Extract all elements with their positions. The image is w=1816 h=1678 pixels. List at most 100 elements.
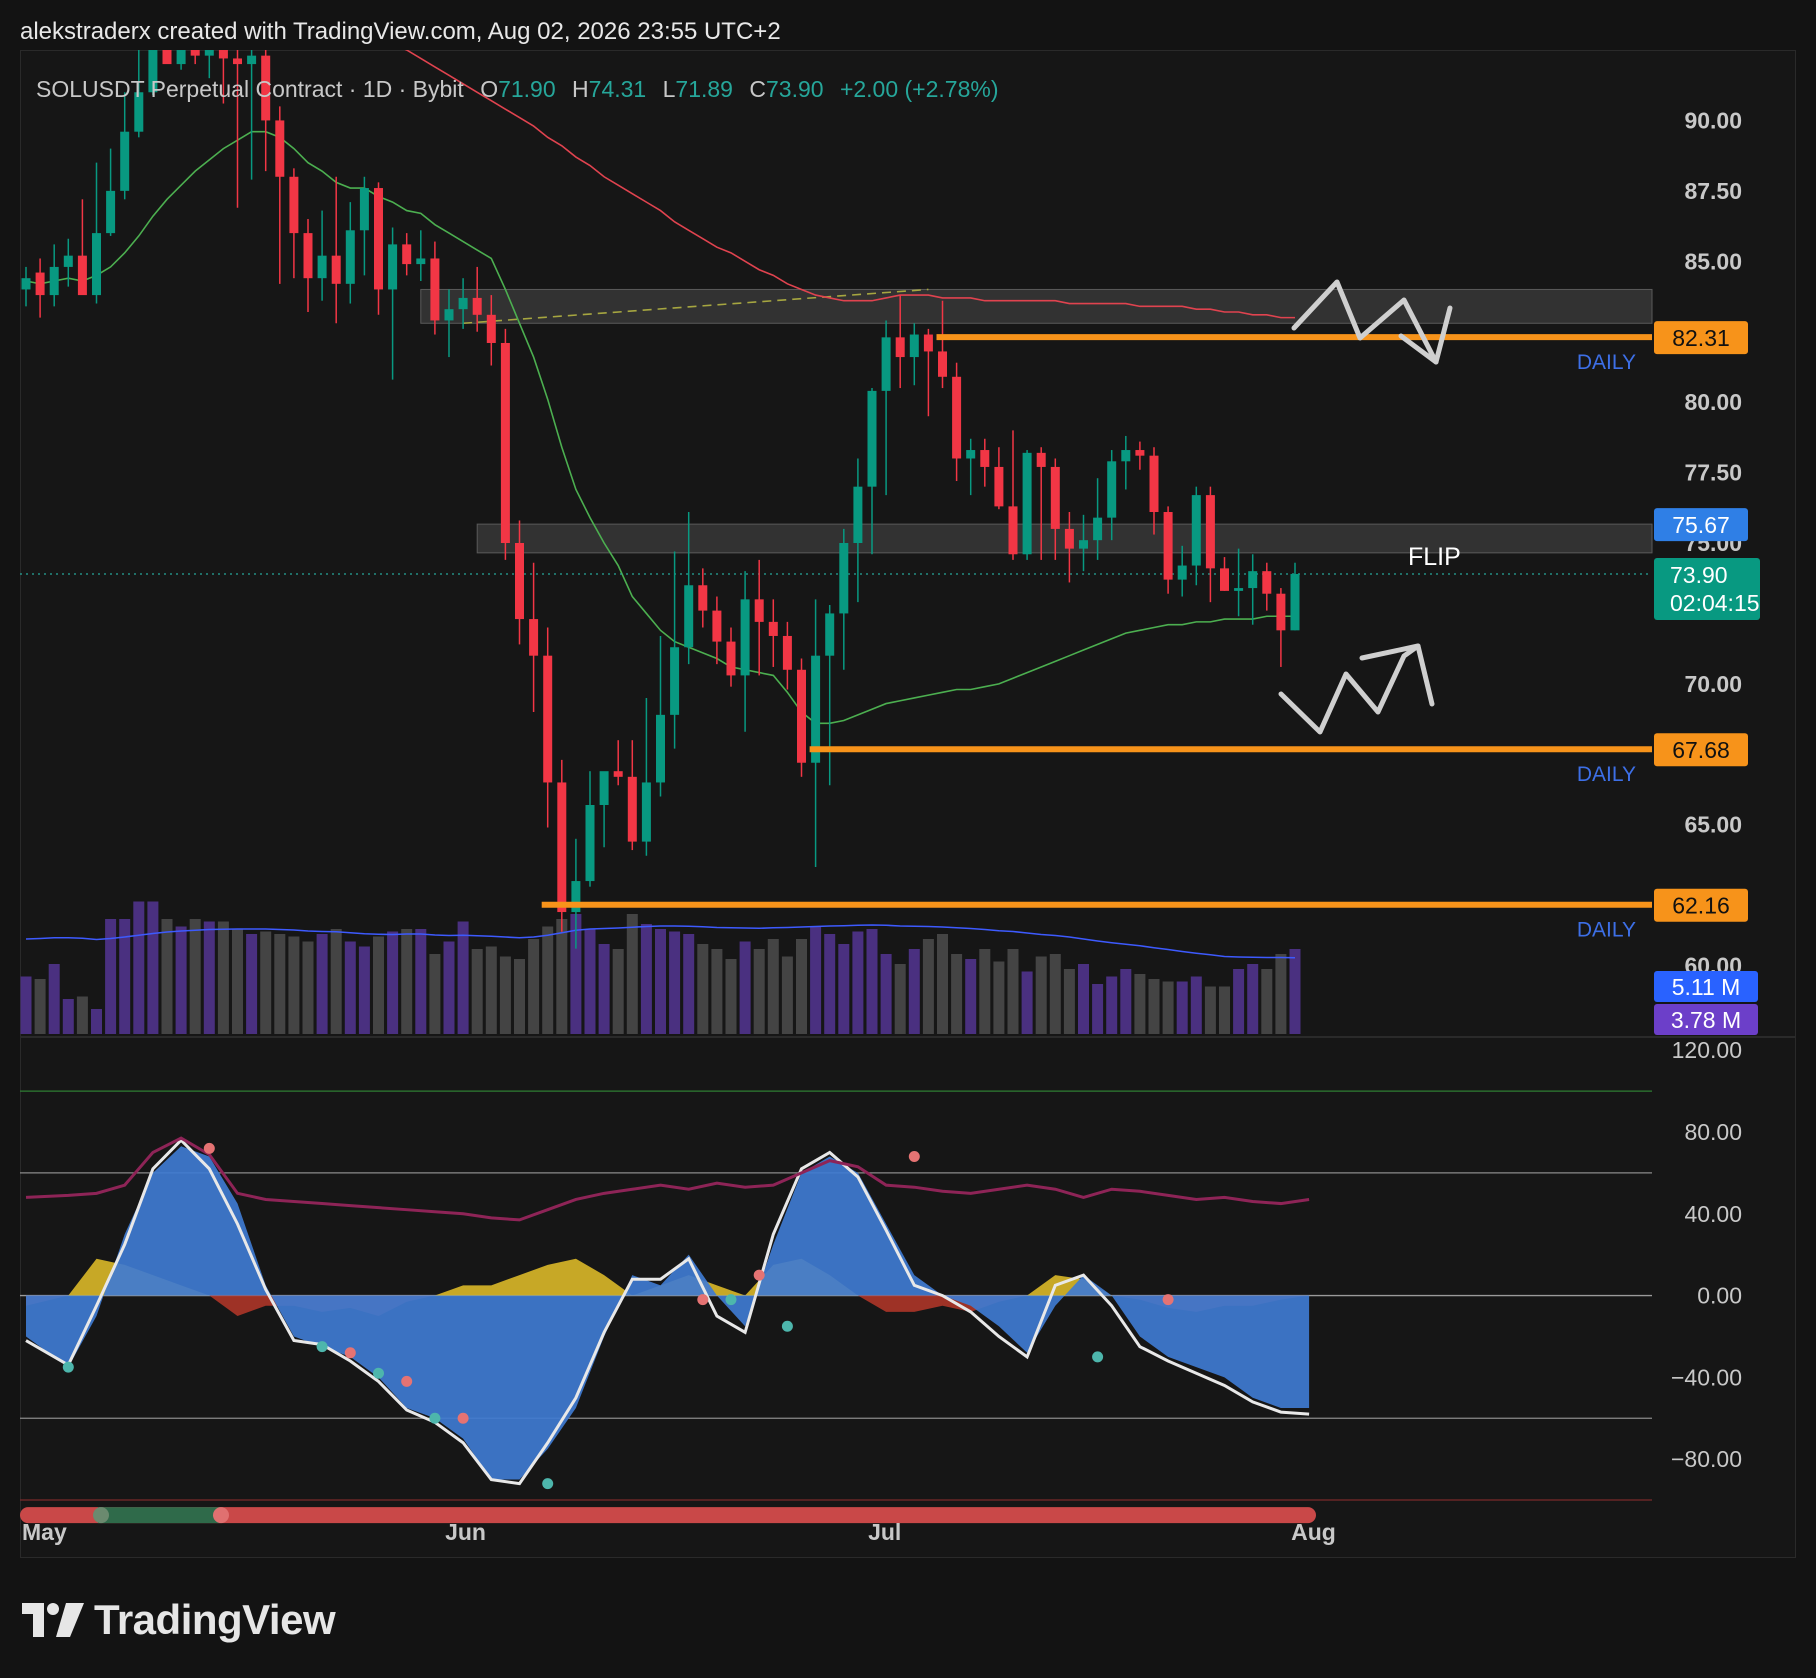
candle-body: [881, 337, 891, 391]
candle-body: [627, 776, 637, 842]
candle-body: [938, 351, 947, 377]
candles: [21, 50, 1300, 949]
volume-bar: [753, 949, 765, 1034]
cross-dot: [542, 1478, 554, 1490]
volume-bar: [1219, 986, 1230, 1034]
candle-body: [486, 314, 496, 343]
volume-bar: [443, 941, 455, 1034]
candle-body: [317, 255, 327, 279]
candle-body: [77, 255, 87, 296]
cross-dot: [725, 1294, 737, 1306]
volume-bar: [274, 934, 286, 1034]
volume-bar: [330, 929, 342, 1034]
volume-bar: [993, 961, 1005, 1034]
volume-bar: [34, 979, 46, 1034]
cross-dot: [1162, 1294, 1174, 1306]
volume-bar: [457, 921, 469, 1034]
volume-bar: [1148, 979, 1160, 1034]
candle-body: [1135, 450, 1145, 456]
volume-bar: [1204, 986, 1216, 1034]
candle-body: [1290, 573, 1300, 631]
volume-bar: [91, 1009, 102, 1034]
cross-dot: [697, 1294, 709, 1306]
level-lines[interactable]: DAILY 82.31 DAILY 67.68 DAILY 62.16: [541, 321, 1748, 942]
candle-body: [402, 244, 412, 265]
volume-bar: [1233, 969, 1245, 1034]
volume-bar: [612, 949, 624, 1034]
cross-dot: [781, 1320, 793, 1332]
candle-body: [1177, 565, 1187, 580]
candle-body: [895, 337, 905, 358]
candle-body: [49, 266, 59, 296]
cross-dot: [203, 1142, 215, 1154]
candle-body: [1248, 571, 1258, 589]
volume-bar: [965, 959, 977, 1034]
volume-bar: [133, 901, 145, 1034]
status-dot: [93, 1507, 109, 1524]
volume-bar: [217, 921, 229, 1034]
candle-body: [458, 297, 468, 310]
volume-bar: [922, 939, 934, 1034]
volume-bar: [1063, 969, 1075, 1034]
volume-bar: [76, 996, 88, 1034]
open-value: 71.90: [498, 76, 556, 102]
candle-body: [543, 655, 553, 783]
price-tick-label: 90.00: [1684, 107, 1742, 133]
volume-bar: [937, 934, 948, 1034]
candle-body: [374, 188, 383, 290]
candle-body: [754, 599, 764, 622]
low-label: L: [662, 76, 676, 102]
candle-body: [1050, 466, 1060, 529]
oscillator-pane[interactable]: [20, 1090, 1652, 1524]
volume-bar: [1247, 964, 1259, 1034]
volume-bar: [62, 999, 74, 1034]
volume-bar: [429, 954, 441, 1034]
volume-bar: [20, 976, 32, 1034]
ema-slow-line: [404, 50, 1295, 319]
volume-bar: [1162, 981, 1174, 1034]
candle-body: [515, 543, 524, 620]
chart-canvas[interactable]: FLIP DAILY82.31DAILY67.68DAILY62.16 60.0…: [0, 0, 1816, 1678]
volume-bars: [20, 901, 1301, 1034]
price-tick-label: 85.00: [1684, 248, 1742, 274]
volume-bar: [739, 941, 751, 1034]
candle-body: [1191, 495, 1201, 566]
volume-bar: [415, 929, 427, 1034]
volume-badge-label: 3.78 M: [1671, 1007, 1741, 1033]
cross-dot: [62, 1361, 74, 1373]
volume-bar: [175, 926, 187, 1034]
candle-body: [162, 50, 172, 65]
candle-body: [698, 585, 708, 611]
candle-body: [1093, 517, 1103, 541]
candle-body: [909, 334, 919, 358]
volume-bar: [1078, 964, 1089, 1034]
zone-price-label: 75.67: [1672, 512, 1730, 538]
volume-bar: [232, 929, 243, 1034]
level-tag-daily: DAILY: [1577, 919, 1636, 942]
tradingview-logo[interactable]: TradingView: [22, 1596, 336, 1644]
volume-bar: [838, 944, 850, 1034]
candle-body: [952, 376, 962, 459]
volume-bar: [471, 949, 483, 1034]
volume-bar: [683, 934, 695, 1034]
candle-body: [176, 50, 186, 65]
zone-rect: [420, 288, 1653, 324]
candle-body: [641, 782, 651, 842]
volume-bar: [358, 946, 370, 1034]
candle-body: [1008, 506, 1018, 555]
candle-body: [1205, 495, 1215, 569]
symbol-title[interactable]: SOLUSDT Perpetual Contract · 1D · Bybit: [36, 76, 464, 102]
volume-bar: [767, 939, 779, 1034]
volume-bar: [161, 919, 173, 1034]
candle-body: [1121, 450, 1131, 462]
candle-body: [726, 641, 736, 676]
level-price-label: 67.68: [1672, 737, 1730, 763]
zone-label-flip: FLIP: [1408, 543, 1461, 571]
price-tick-label: 77.50: [1684, 460, 1742, 486]
volume-bar: [542, 926, 554, 1034]
candle-body: [994, 466, 1004, 507]
volume-bar: [951, 954, 963, 1034]
candle-body: [980, 450, 990, 467]
volume-bar: [584, 929, 596, 1034]
oscillator-tick-label: 40.00: [1684, 1201, 1742, 1227]
